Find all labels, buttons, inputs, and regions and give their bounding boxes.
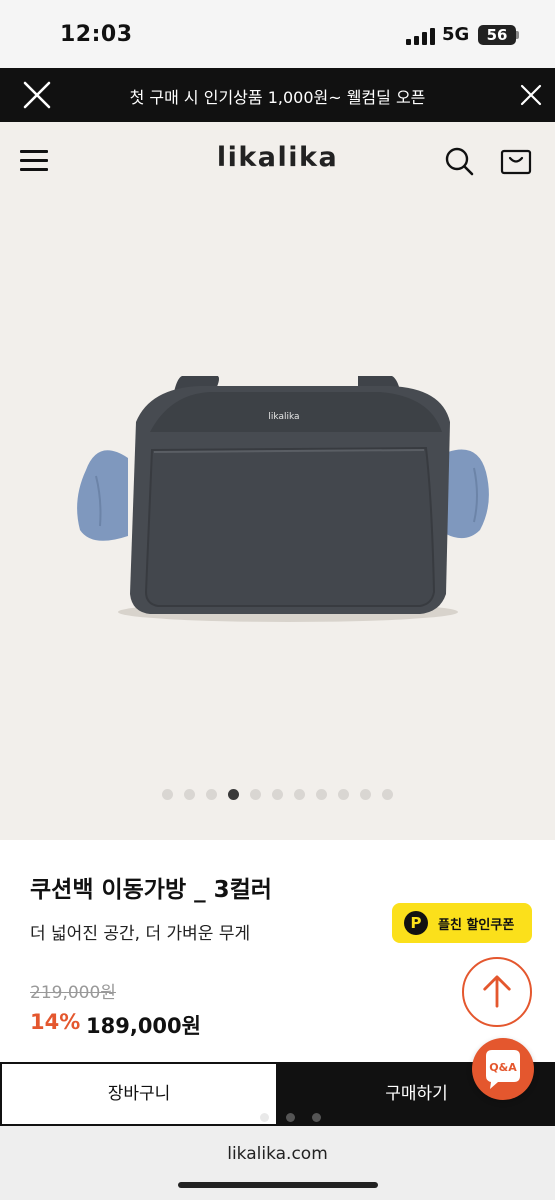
carousel-dot[interactable] [382, 789, 393, 800]
promo-text[interactable]: 첫 구매 시 인기상품 1,000원~ 웰컴딜 오픈 [0, 84, 555, 108]
sale-price: 189,000원 [86, 1014, 201, 1038]
qa-label: Q&A [489, 1061, 517, 1074]
carousel-dot[interactable] [250, 789, 261, 800]
battery-icon: 56 [478, 25, 516, 45]
carousel-dot[interactable] [184, 789, 195, 800]
status-bar: 12:03 5G 56 [0, 0, 555, 68]
product-image-carousel[interactable]: likalika [0, 200, 555, 840]
carousel-dot[interactable] [228, 789, 239, 800]
qa-chat-icon[interactable]: Q&A [472, 1038, 534, 1100]
coupon-label: 플친 할인쿠폰 [438, 918, 515, 933]
network-label: 5G [442, 24, 470, 45]
product-info: 쿠션백 이동가방 _ 3컬러 더 넓어진 공간, 더 가벼운 무게 P 플친 할… [0, 840, 555, 1100]
product-subtitle: 더 넓어진 공간, 더 가벼운 무게 [30, 924, 251, 944]
carousel-dot[interactable] [272, 789, 283, 800]
signal-icon [406, 27, 436, 45]
home-indicator [178, 1182, 378, 1188]
battery-tip [516, 31, 519, 39]
carousel-dot[interactable] [338, 789, 349, 800]
carousel-dot[interactable] [316, 789, 327, 800]
page-indicator [232, 1113, 332, 1123]
original-price: 219,000원 [30, 983, 116, 1003]
carousel-dots[interactable] [0, 789, 555, 801]
search-icon[interactable] [444, 146, 474, 176]
status-time: 12:03 [60, 22, 133, 47]
site-header: likalika [0, 122, 555, 200]
point-icon: P [404, 911, 428, 935]
cushion-bag-image: likalika [77, 376, 489, 622]
scroll-top-arrow-icon[interactable] [462, 957, 532, 1027]
carousel-dot[interactable] [360, 789, 371, 800]
browser-url-bar[interactable]: likalika.com [0, 1126, 555, 1200]
carousel-dot[interactable] [162, 789, 173, 800]
promo-banner[interactable]: 첫 구매 시 인기상품 1,000원~ 웰컴딜 오픈 [0, 68, 555, 122]
carousel-dot[interactable] [294, 789, 305, 800]
close-banner-icon[interactable] [520, 84, 542, 106]
url-text[interactable]: likalika.com [0, 1144, 555, 1164]
product-title: 쿠션백 이동가방 _ 3컬러 [30, 877, 272, 903]
bag-logo-text: likalika [268, 412, 299, 422]
coupon-button[interactable]: P 플친 할인쿠폰 [392, 903, 532, 943]
discount-rate: 14% [30, 1010, 81, 1034]
carousel-dot[interactable] [206, 789, 217, 800]
shopping-bag-icon[interactable] [500, 146, 532, 176]
